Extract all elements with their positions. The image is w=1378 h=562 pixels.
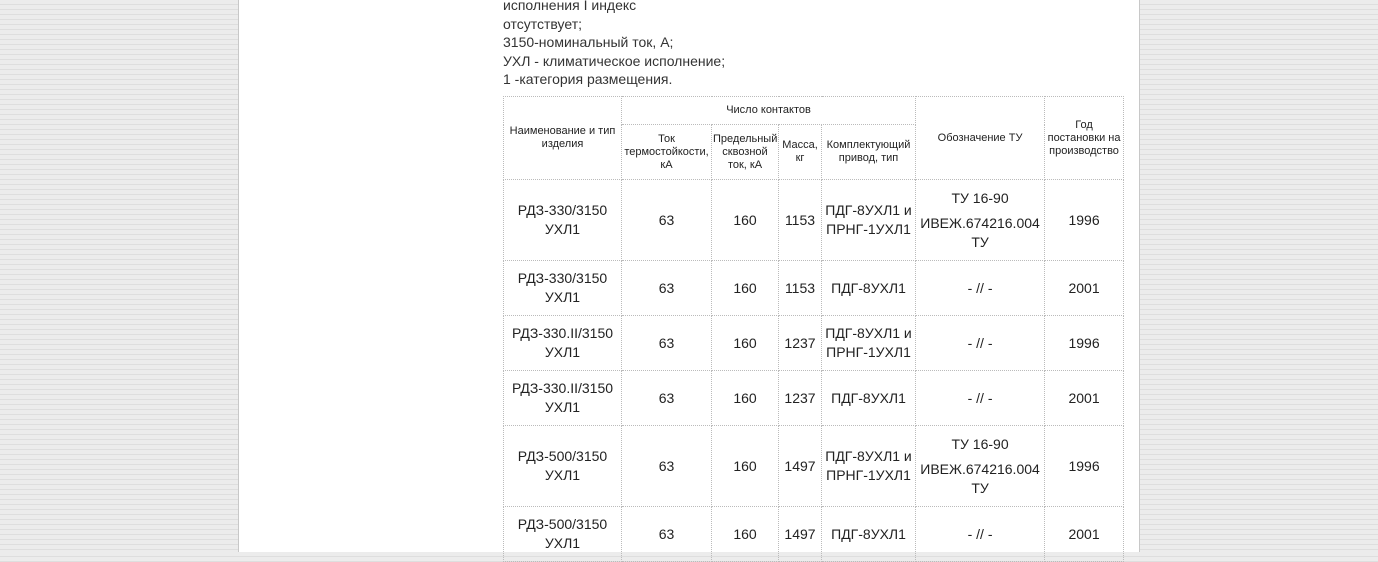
- header-thermal: Ток термостойкости, кА: [621, 124, 712, 180]
- cell-year: 1996: [1044, 425, 1125, 507]
- cell-peak: 160: [711, 315, 779, 371]
- cell-year: 2001: [1044, 370, 1125, 426]
- cell-tu: - // -: [915, 506, 1046, 562]
- cell-thermal: 63: [621, 425, 712, 507]
- cell-name: РДЗ-330/3150 УХЛ1: [503, 179, 622, 261]
- cell-peak: 160: [711, 179, 779, 261]
- cell-tu-number: ТУ 16-90: [951, 435, 1009, 452]
- cell-mass: 1237: [778, 315, 822, 371]
- intro-line: 1 -категория размещения.: [503, 71, 673, 87]
- intro-line: 3150-номинальный ток, А;: [503, 34, 674, 50]
- cell-mass: 1237: [778, 370, 822, 426]
- cell-tu: - // -: [915, 315, 1046, 371]
- cell-thermal: 63: [621, 260, 712, 316]
- cell-name: РДЗ-330/3150 УХЛ1: [503, 260, 622, 316]
- intro-text: исполнения I индекс отсутствует; 3150-но…: [503, 0, 1123, 89]
- cell-mass: 1497: [778, 506, 822, 562]
- table-row: РДЗ-330.II/3150 УХЛ1 63 160 1237 ПДГ-8УХ…: [503, 370, 1125, 426]
- header-name: Наименование и тип изделия: [503, 96, 622, 180]
- cell-peak: 160: [711, 260, 779, 316]
- cell-peak: 160: [711, 370, 779, 426]
- cell-mass: 1497: [778, 425, 822, 507]
- cell-year: 1996: [1044, 315, 1125, 371]
- intro-line: отсутствует;: [503, 15, 582, 32]
- cell-name: РДЗ-330.II/3150 УХЛ1: [503, 370, 622, 426]
- intro-line: исполнения I индекс: [503, 0, 637, 13]
- header-peak: Предельный сквозной ток, кА: [711, 124, 779, 180]
- header-drive: Комплектующий привод, тип: [820, 124, 917, 180]
- table-row: РДЗ-330/3150 УХЛ1 63 160 1153 ПДГ-8УХЛ1 …: [503, 179, 1125, 261]
- cell-tu: ТУ 16-90 ИВЕЖ.674216.004 ТУ: [915, 179, 1046, 261]
- cell-tu-number: ТУ 16-90: [951, 189, 1009, 206]
- cell-thermal: 63: [621, 370, 712, 426]
- cell-tu: - // -: [915, 370, 1046, 426]
- content-page: исполнения I индекс отсутствует; 3150-но…: [238, 0, 1140, 562]
- table-row: РДЗ-330/3150 УХЛ1 63 160 1153 ПДГ-8УХЛ1 …: [503, 260, 1125, 316]
- cell-tu-code: ИВЕЖ.674216.004 ТУ: [920, 460, 1040, 496]
- header-tu: Обозначение ТУ: [915, 96, 1046, 180]
- table-row: РДЗ-500/3150 УХЛ1 63 160 1497 ПДГ-8УХЛ1 …: [503, 506, 1125, 562]
- cell-tu-code: ИВЕЖ.674216.004 ТУ: [920, 214, 1040, 250]
- cell-mass: 1153: [778, 260, 822, 316]
- cell-drive: ПДГ-8УХЛ1 и ПРНГ-1УХЛ1: [820, 425, 917, 507]
- cell-peak: 160: [711, 425, 779, 507]
- cell-thermal: 63: [621, 179, 712, 261]
- cell-drive: ПДГ-8УХЛ1 и ПРНГ-1УХЛ1: [820, 315, 917, 371]
- cell-name: РДЗ-330.II/3150 УХЛ1: [503, 315, 622, 371]
- header-year: Год постановки на производство: [1044, 96, 1125, 180]
- header-mass: Масса, кг: [778, 124, 822, 180]
- header-contacts-group: Число контактов: [620, 96, 917, 125]
- intro-line: УХЛ - климатическое исполнение;: [503, 52, 726, 69]
- cell-mass: 1153: [778, 179, 822, 261]
- cell-thermal: 63: [621, 506, 712, 562]
- cell-drive: ПДГ-8УХЛ1 и ПРНГ-1УХЛ1: [820, 179, 917, 261]
- cell-drive: ПДГ-8УХЛ1: [820, 260, 917, 316]
- cell-drive: ПДГ-8УХЛ1: [820, 370, 917, 426]
- table-row: РДЗ-330.II/3150 УХЛ1 63 160 1237 ПДГ-8УХ…: [503, 315, 1125, 371]
- cell-year: 2001: [1044, 506, 1125, 562]
- cell-tu: ТУ 16-90 ИВЕЖ.674216.004 ТУ: [915, 425, 1046, 507]
- cell-thermal: 63: [621, 315, 712, 371]
- cell-name: РДЗ-500/3150 УХЛ1: [503, 425, 622, 507]
- cell-peak: 160: [711, 506, 779, 562]
- cell-tu: - // -: [915, 260, 1046, 316]
- cell-year: 2001: [1044, 260, 1125, 316]
- cell-drive: ПДГ-8УХЛ1: [820, 506, 917, 562]
- cell-name: РДЗ-500/3150 УХЛ1: [503, 506, 622, 562]
- cell-year: 1996: [1044, 179, 1125, 261]
- disconnector-specs-table: Наименование и тип изделия Число контакт…: [503, 96, 1125, 562]
- table-row: РДЗ-500/3150 УХЛ1 63 160 1497 ПДГ-8УХЛ1 …: [503, 425, 1125, 507]
